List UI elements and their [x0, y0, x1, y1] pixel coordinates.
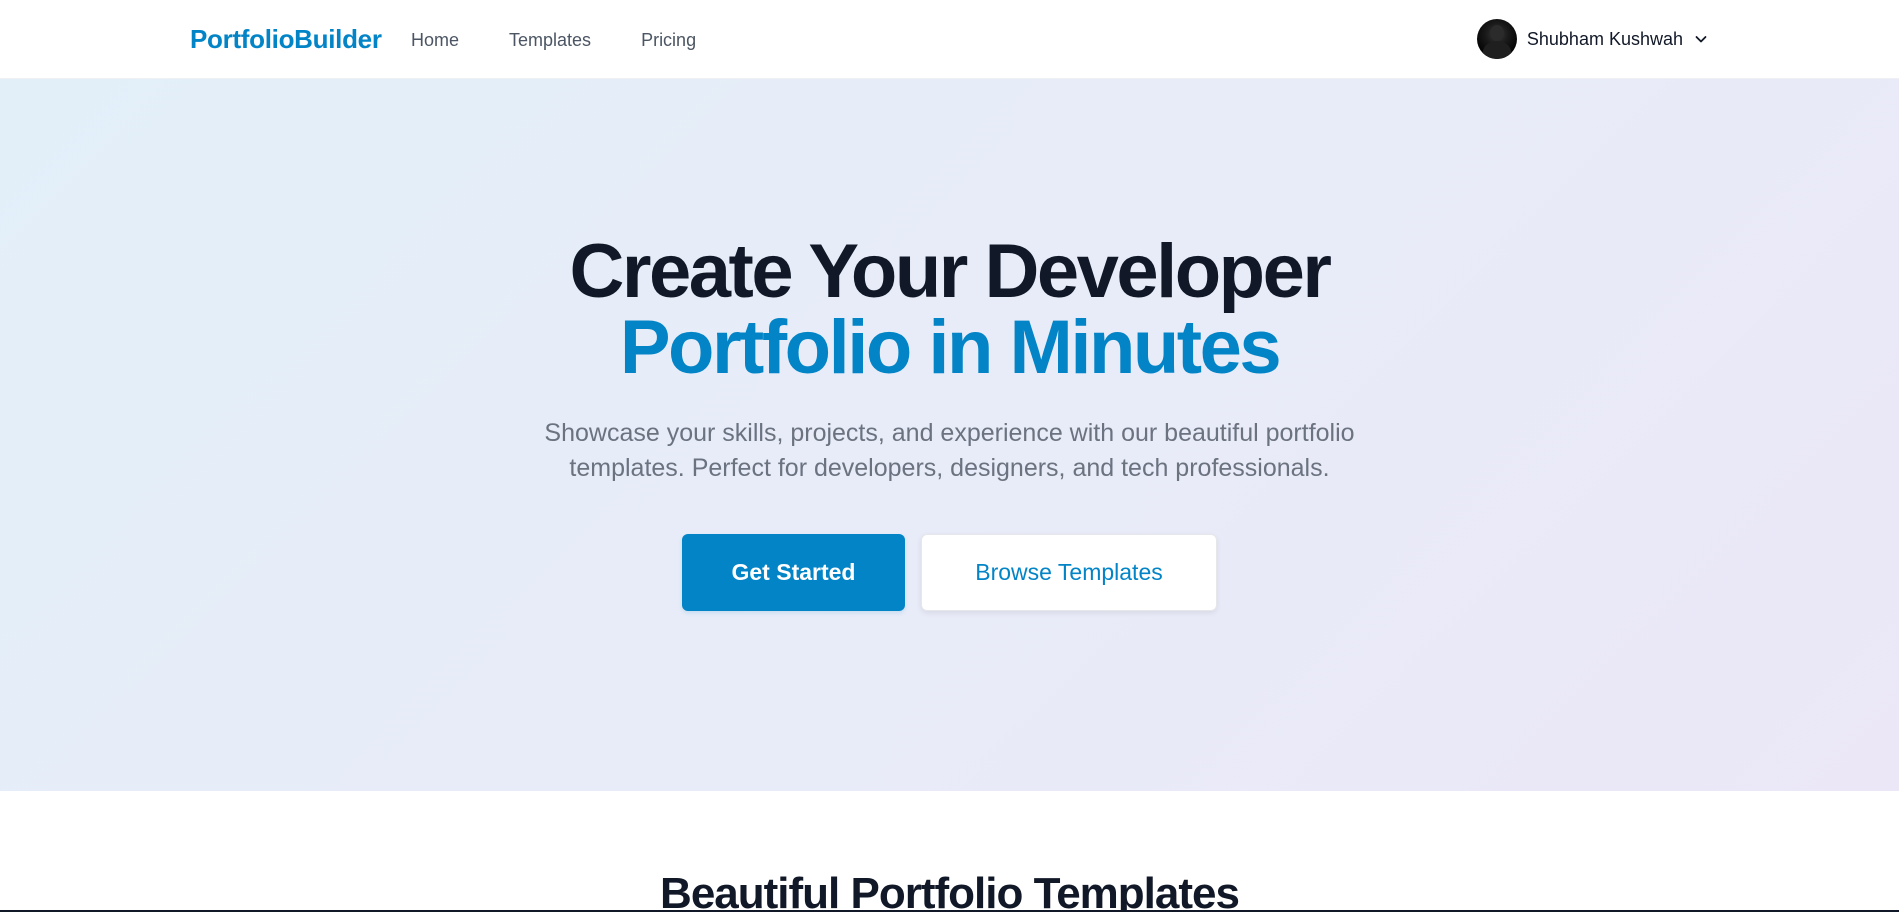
nav-link-home[interactable]: Home [411, 30, 459, 51]
hero-title: Create Your Developer Portfolio in Minut… [0, 234, 1899, 386]
templates-section: Beautiful Portfolio Templates [0, 791, 1899, 912]
hero-actions: Get Started Browse Templates [0, 534, 1899, 611]
avatar-shoulders [1482, 41, 1511, 59]
main-nav: Home Templates Pricing [411, 30, 746, 51]
top-navbar: PortfolioBuilder Home Templates Pricing … [0, 0, 1899, 79]
templates-section-title: Beautiful Portfolio Templates [660, 869, 1240, 912]
hero-subtitle-line2: templates. Perfect for developers, desig… [569, 454, 1330, 482]
hero-title-line1: Create Your Developer [569, 229, 1332, 314]
browse-templates-button[interactable]: Browse Templates [921, 534, 1217, 611]
user-menu[interactable]: Shubham Kushwah [1476, 18, 1709, 60]
brand-logo[interactable]: PortfolioBuilder [190, 24, 382, 55]
user-name: Shubham Kushwah [1526, 28, 1683, 49]
hero-title-line2-highlight: Portfolio in Minutes [619, 305, 1282, 390]
nav-link-pricing[interactable]: Pricing [641, 30, 696, 51]
nav-link-templates[interactable]: Templates [509, 30, 591, 51]
hero-section: Create Your Developer Portfolio in Minut… [0, 79, 1899, 791]
user-avatar [1476, 19, 1517, 59]
avatar-head [1489, 25, 1504, 41]
get-started-button[interactable]: Get Started [682, 534, 905, 611]
hero-subtitle: Showcase your skills, projects, and expe… [0, 416, 1899, 486]
hero-subtitle-line1: Showcase your skills, projects, and expe… [544, 419, 1355, 447]
chevron-down-icon [1695, 36, 1707, 43]
